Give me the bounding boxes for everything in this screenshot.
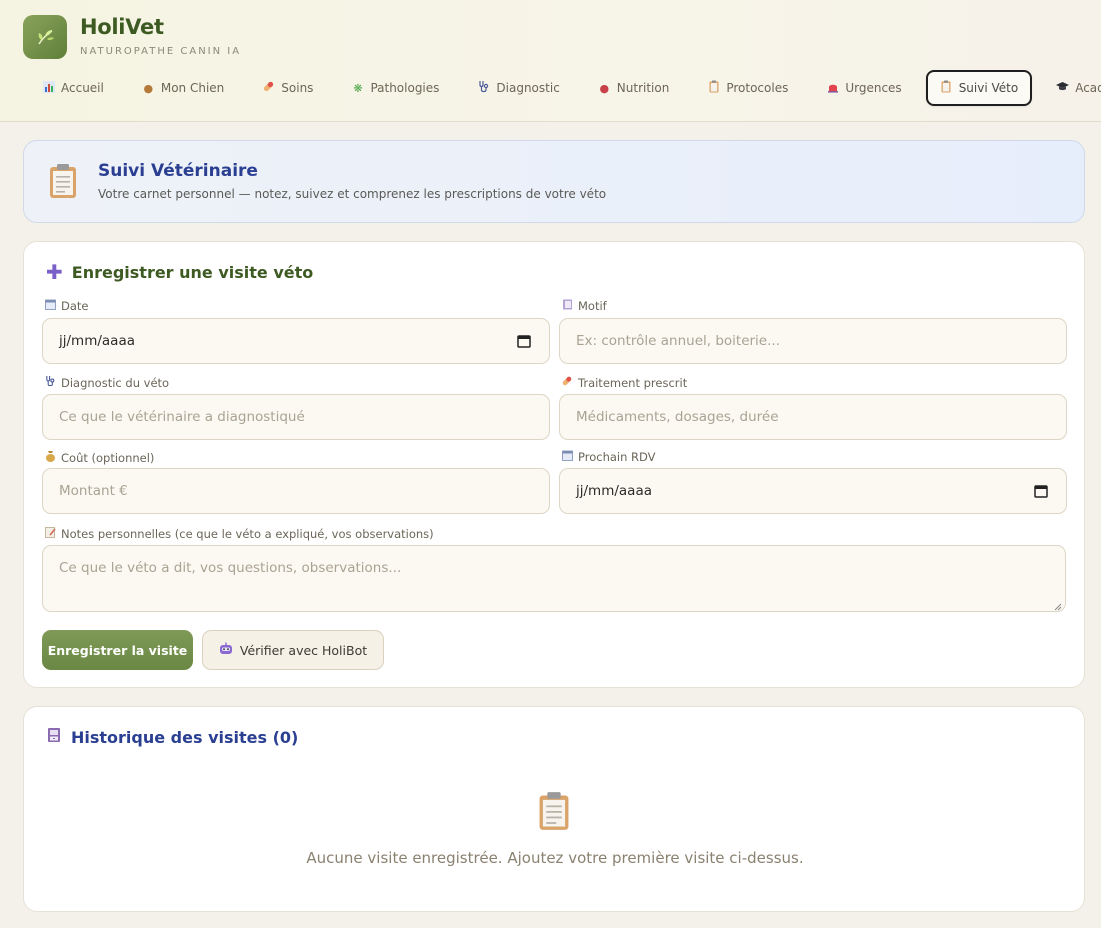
pill-icon bbox=[262, 80, 275, 96]
diagnostic-label: Diagnostic du véto bbox=[44, 375, 169, 390]
clipboard-icon bbox=[48, 163, 78, 199]
form-title-text: Enregistrer une visite véto bbox=[71, 262, 314, 282]
nav-label: Pathologies bbox=[370, 81, 440, 95]
stethoscope-icon bbox=[44, 375, 56, 390]
history-title-text: Historique des visites (0) bbox=[71, 727, 299, 747]
robot-icon bbox=[219, 642, 233, 659]
nav-item-diagnostic[interactable]: Diagnostic bbox=[463, 70, 573, 106]
nav-item-urgences[interactable]: Urgences bbox=[812, 70, 915, 106]
check-holibot-button[interactable]: Vérifier avec HoliBot bbox=[202, 630, 384, 670]
cout-label: Coût (optionnel) bbox=[44, 450, 154, 465]
nav-label: Mon Chien bbox=[160, 81, 225, 95]
nav-item-accueil[interactable]: Accueil bbox=[28, 70, 118, 106]
clipboard-icon bbox=[707, 80, 720, 96]
calendar-picker-icon[interactable] bbox=[1034, 484, 1048, 498]
nav-label: Suivi Véto bbox=[958, 81, 1019, 95]
calendar-icon bbox=[44, 299, 56, 313]
nav-item-nutrition[interactable]: ● Nutrition bbox=[584, 70, 684, 106]
cout-input[interactable]: Montant € bbox=[42, 468, 550, 514]
calendar-picker-icon[interactable] bbox=[517, 334, 531, 348]
resize-grip-icon[interactable] bbox=[1053, 599, 1062, 611]
empty-state-text: Aucune visite enregistrée. Ajoutez votre… bbox=[306, 849, 804, 867]
page-subtitle: Votre carnet personnel — notez, suivez e… bbox=[98, 187, 607, 201]
diagnostic-input[interactable]: Ce que le vétérinaire a diagnostiqué bbox=[42, 394, 550, 440]
traitement-input[interactable]: Médicaments, dosages, durée bbox=[559, 394, 1067, 440]
bar-chart-icon bbox=[42, 80, 55, 96]
file-cabinet-icon bbox=[46, 727, 62, 747]
date-input[interactable]: jj/mm/aaaa bbox=[42, 318, 550, 364]
pill-icon bbox=[561, 375, 573, 390]
date-label: Date bbox=[44, 299, 89, 313]
traitement-label: Traitement prescrit bbox=[561, 375, 687, 390]
save-visit-button[interactable]: Enregistrer la visite bbox=[42, 630, 193, 670]
app-subtitle: NATUROPATHE CANIN IA bbox=[80, 46, 242, 57]
motif-input[interactable]: Ex: contrôle annuel, boiterie... bbox=[559, 318, 1067, 364]
dog-icon: ● bbox=[143, 81, 154, 95]
money-bag-icon bbox=[44, 450, 56, 465]
check-holibot-label: Vérifier avec HoliBot bbox=[239, 642, 368, 658]
page-banner: Suivi Vétérinaire Votre carnet personnel… bbox=[23, 140, 1085, 223]
leaf-icon[interactable] bbox=[23, 15, 67, 59]
nav-item-pathologies[interactable]: ❋ Pathologies bbox=[337, 70, 453, 106]
app-name: HoliVet bbox=[80, 15, 164, 39]
calendar-icon bbox=[561, 450, 573, 464]
plus-icon: ✚ bbox=[46, 260, 63, 284]
app-header: HoliVet NATUROPATHE CANIN IA Accueil ● M… bbox=[0, 0, 1101, 122]
graduation-cap-icon bbox=[1056, 81, 1070, 95]
visit-form-card: ✚ Enregistrer une visite véto Date jj/mm… bbox=[23, 241, 1085, 688]
nav-item-soins[interactable]: Soins bbox=[248, 70, 327, 106]
nav-label: Urgences bbox=[845, 81, 902, 95]
clipboard-icon bbox=[940, 80, 953, 96]
notes-label: Notes personnelles (ce que le véto a exp… bbox=[44, 527, 434, 541]
clipboard-icon bbox=[537, 791, 571, 831]
meat-icon: ● bbox=[599, 81, 610, 95]
stethoscope-icon bbox=[477, 80, 490, 96]
page-title: Suivi Vétérinaire bbox=[98, 161, 258, 181]
nav-item-suivi-veto[interactable]: Suivi Véto bbox=[925, 70, 1033, 106]
nav-label: Nutrition bbox=[616, 81, 670, 95]
form-title: ✚ Enregistrer une visite véto bbox=[46, 262, 313, 282]
notes-textarea[interactable]: Ce que le véto a dit, vos questions, obs… bbox=[42, 545, 1066, 612]
nav-label: Académie bbox=[1075, 81, 1101, 95]
nav-label: Accueil bbox=[61, 81, 104, 95]
nav-label: Protocoles bbox=[726, 81, 789, 95]
nav-item-academie[interactable]: Académie bbox=[1042, 70, 1101, 106]
nav-item-protocoles[interactable]: Protocoles bbox=[693, 70, 802, 106]
main-nav: Accueil ● Mon Chien Soins ❋ Pathologies … bbox=[28, 70, 1101, 106]
siren-icon bbox=[826, 81, 839, 96]
nav-label: Diagnostic bbox=[496, 81, 560, 95]
notebook-icon bbox=[561, 299, 573, 313]
history-title: Historique des visites (0) bbox=[46, 727, 298, 747]
motif-label: Motif bbox=[561, 299, 607, 313]
microbe-icon: ❋ bbox=[353, 81, 363, 95]
visit-history-card: Historique des visites (0) Aucune visite… bbox=[23, 706, 1085, 912]
rdv-label: Prochain RDV bbox=[561, 450, 656, 464]
rdv-input[interactable]: jj/mm/aaaa bbox=[559, 468, 1067, 514]
memo-icon bbox=[44, 527, 56, 541]
nav-item-mon-chien[interactable]: ● Mon Chien bbox=[128, 70, 238, 106]
nav-label: Soins bbox=[281, 81, 314, 95]
